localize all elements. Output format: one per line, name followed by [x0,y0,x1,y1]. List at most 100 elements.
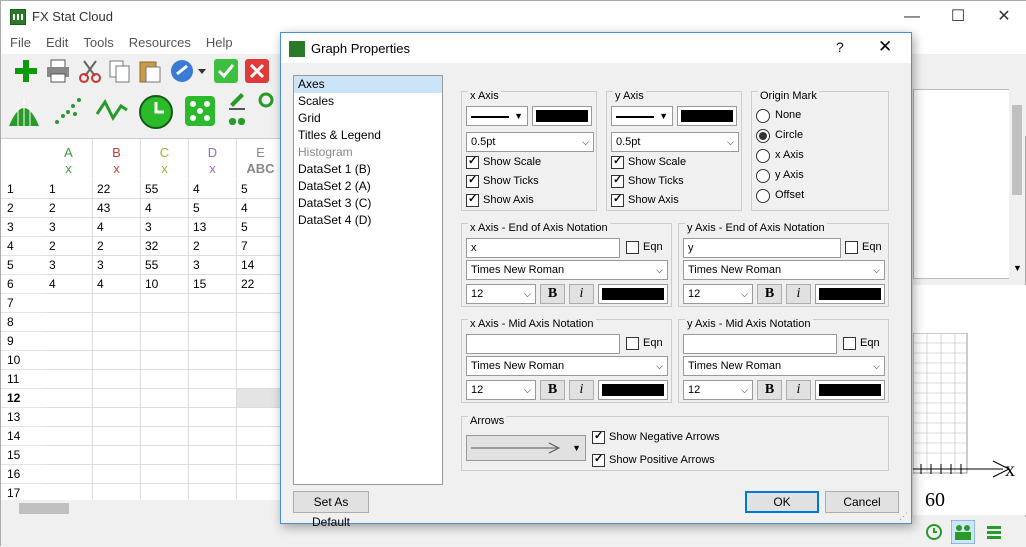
grid-cell[interactable] [45,408,93,427]
x-mid-bold-button[interactable]: B [540,380,565,400]
grid-cell[interactable] [141,389,189,408]
scroll-down-icon[interactable]: ▼ [1013,263,1022,273]
x-mid-notation-input[interactable] [466,334,620,354]
row-header[interactable]: 12 [1,389,45,408]
grid-cell[interactable] [93,484,141,500]
show-negative-arrows-checkbox[interactable]: Show Negative Arrows [592,430,720,447]
grid-cell[interactable]: 3 [45,256,93,275]
y-mid-color-picker[interactable] [815,380,885,400]
grid-cell[interactable]: 2 [93,237,141,256]
grid-cell[interactable] [45,294,93,313]
grid-cell[interactable] [237,446,285,465]
cancel-button[interactable]: Cancel [825,491,899,513]
row-header[interactable]: 15 [1,446,45,465]
origin-none-radio[interactable]: None [756,109,801,123]
grid-cell[interactable] [141,408,189,427]
column-header-a[interactable]: Ax [45,139,93,179]
grid-cell[interactable] [141,427,189,446]
x-end-italic-button[interactable]: i [569,284,594,304]
y-end-notation-input[interactable]: y [683,238,841,258]
grid-cell[interactable] [189,465,237,484]
grid-cell[interactable]: 32 [141,237,189,256]
refresh-icon[interactable] [256,90,276,110]
y-mid-size-select[interactable]: 12 ⌵ [683,380,753,400]
row-header[interactable]: 9 [1,332,45,351]
grid-cell[interactable] [141,313,189,332]
y-end-bold-button[interactable]: B [757,284,782,304]
cancel-icon[interactable] [244,58,270,84]
grid-cell[interactable] [141,465,189,484]
x-end-bold-button[interactable]: B [540,284,565,304]
grid-cell[interactable] [237,294,285,313]
grid-cell[interactable] [45,484,93,500]
grid-cell[interactable] [189,389,237,408]
origin-offset-radio[interactable]: Offset [756,189,804,203]
grid-cell[interactable] [189,427,237,446]
menu-resources[interactable]: Resources [120,32,197,50]
maximize-button[interactable]: ☐ [935,1,981,32]
grid-cell[interactable] [93,389,141,408]
nav-item-titles-legend[interactable]: Titles & Legend [294,127,442,144]
grid-cell[interactable]: 22 [237,275,285,294]
menu-tools[interactable]: Tools [74,32,119,50]
grid-cell[interactable]: 4 [237,199,285,218]
y-axis-show-ticks-checkbox[interactable]: Show Ticks [611,174,684,191]
menu-edit[interactable]: Edit [37,32,74,50]
minimize-button[interactable]: — [889,1,935,32]
origin-circle-radio[interactable]: Circle [756,129,803,143]
x-mid-italic-button[interactable]: i [569,380,594,400]
grid-cell[interactable]: 3 [45,218,93,237]
row-header[interactable]: 1 [1,180,45,199]
grid-cell[interactable] [93,446,141,465]
x-axis-show-scale-checkbox[interactable]: Show Scale [466,155,541,172]
grid-cell[interactable]: 14 [237,256,285,275]
grid-cell[interactable] [45,313,93,332]
cut-icon[interactable] [77,58,103,84]
users-icon[interactable] [951,520,975,544]
grid-cell[interactable] [93,332,141,351]
link-icon[interactable] [169,58,195,84]
grid-cell[interactable] [237,313,285,332]
resize-grip-icon[interactable]: ⋰ [899,511,908,522]
grid-cell[interactable] [189,294,237,313]
grid-cell[interactable] [189,446,237,465]
nav-item-dataset-3[interactable]: DataSet 3 (C) [294,195,442,212]
clock-icon[interactable] [138,94,174,130]
grid-cell[interactable] [141,351,189,370]
arrow-style-select[interactable]: ▼ [466,435,586,461]
grid-cell[interactable] [141,446,189,465]
x-end-eqn-checkbox[interactable]: Eqn [626,241,663,257]
grid-cell[interactable] [45,351,93,370]
grid-cell[interactable]: 2 [189,237,237,256]
menu-icon[interactable] [985,523,1003,541]
grid-cell[interactable]: 5 [189,199,237,218]
row-header[interactable]: 11 [1,370,45,389]
set-as-default-button[interactable]: Set As Default [293,491,369,529]
y-end-size-select[interactable]: 12 ⌵ [683,284,753,304]
y-mid-font-select[interactable]: Times New Roman ⌵ [683,356,885,376]
dialog-close-button[interactable]: ✕ [878,37,892,57]
y-axis-width-select[interactable]: 0.5pt ⌵ [611,132,739,152]
grid-cell[interactable]: 4 [93,275,141,294]
y-axis-show-axis-checkbox[interactable]: Show Axis [611,193,679,210]
y-end-color-picker[interactable] [815,284,885,304]
add-icon[interactable] [13,58,39,84]
grid-cell[interactable]: 55 [141,256,189,275]
x-end-color-picker[interactable] [598,284,668,304]
grid-cell[interactable]: 22 [93,180,141,199]
line-plot-icon[interactable] [95,94,129,128]
x-mid-color-picker[interactable] [598,380,668,400]
grid-cell[interactable] [45,389,93,408]
x-axis-show-axis-checkbox[interactable]: Show Axis [466,193,534,210]
grid-cell[interactable] [237,484,285,500]
ok-button[interactable]: OK [745,491,819,513]
grid-cell[interactable] [189,313,237,332]
grid-cell[interactable] [189,370,237,389]
grid-cell[interactable]: 4 [189,180,237,199]
grid-cell[interactable] [93,351,141,370]
help-button[interactable]: ? [836,39,844,55]
grid-cell[interactable]: 55 [141,180,189,199]
row-header[interactable]: 16 [1,465,45,484]
grid-cell[interactable]: 4 [141,199,189,218]
scroll-thumb[interactable] [1012,105,1022,195]
